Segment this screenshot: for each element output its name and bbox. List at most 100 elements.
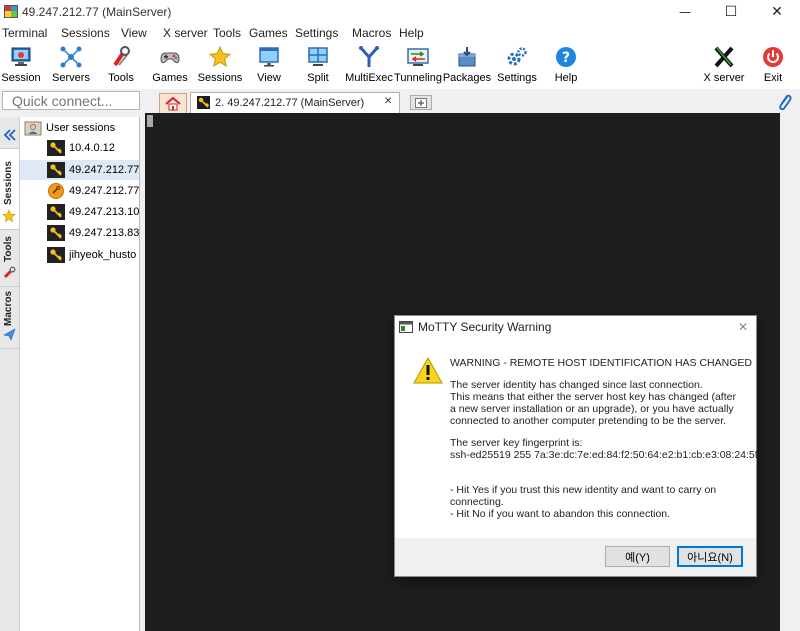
running-session-icon bbox=[48, 183, 64, 199]
fingerprint-value: ssh-ed25519 255 7a:3e:dc:7e:ed:84:f2:50:… bbox=[450, 449, 758, 461]
toolbar-games-label: Games bbox=[152, 72, 188, 84]
side-tab-macros[interactable]: Macros bbox=[0, 288, 19, 349]
user-sessions-root[interactable]: User sessions bbox=[20, 118, 139, 138]
dialog-para-line: The server identity has changed since la… bbox=[450, 379, 703, 391]
help-icon: ? bbox=[556, 47, 576, 67]
wrench-icon bbox=[3, 266, 16, 279]
quick-connect-input[interactable] bbox=[2, 91, 140, 110]
toolbar-settings-button[interactable]: Settings bbox=[496, 42, 538, 89]
star-icon bbox=[2, 209, 16, 223]
dialog-title: MoTTY Security Warning bbox=[418, 320, 552, 334]
tab-session-2[interactable]: 2. 49.247.212.77 (MainServer) ✕ bbox=[190, 92, 400, 113]
minimize-button[interactable]: — bbox=[662, 0, 708, 24]
menu-bar: Terminal Sessions View X server Tools Ga… bbox=[0, 24, 800, 42]
toolbar-servers-label: Servers bbox=[52, 72, 90, 84]
side-tab-tools-label: Tools bbox=[3, 236, 14, 262]
menu-view[interactable]: View bbox=[121, 26, 147, 40]
key-icon bbox=[47, 247, 65, 263]
key-icon bbox=[47, 162, 65, 178]
warning-icon bbox=[413, 357, 443, 384]
tools-icon bbox=[113, 46, 130, 67]
home-tab[interactable] bbox=[159, 93, 187, 113]
toolbar-settings-label: Settings bbox=[497, 72, 537, 84]
attach-button[interactable] bbox=[775, 93, 793, 111]
session-item-label: 49.247.212.77 ( bbox=[69, 185, 139, 197]
tab-bar: 2. 49.247.212.77 (MainServer) ✕ bbox=[145, 90, 800, 113]
menu-x-server[interactable]: X server bbox=[163, 26, 208, 40]
key-icon bbox=[47, 225, 65, 241]
user-folder-icon bbox=[24, 121, 42, 136]
side-tab-tools[interactable]: Tools bbox=[0, 230, 19, 287]
tab-close-icon[interactable]: ✕ bbox=[384, 96, 392, 107]
session-icon bbox=[11, 47, 31, 66]
svg-text:?: ? bbox=[562, 50, 570, 66]
toolbar-split-button[interactable]: Split bbox=[302, 42, 334, 89]
yes-button[interactable]: 예(Y) bbox=[605, 546, 670, 567]
packages-icon bbox=[458, 47, 476, 67]
menu-settings[interactable]: Settings bbox=[295, 26, 338, 40]
side-tab-macros-label: Macros bbox=[3, 290, 14, 326]
toolbar-x-server-label: X server bbox=[703, 72, 745, 84]
servers-icon bbox=[60, 46, 82, 68]
menu-games[interactable]: Games bbox=[249, 26, 288, 40]
split-icon bbox=[308, 47, 328, 66]
settings-icon bbox=[507, 47, 527, 66]
new-tab-button[interactable] bbox=[410, 95, 432, 110]
toolbar-servers-button[interactable]: Servers bbox=[48, 42, 94, 89]
security-warning-dialog: MoTTY Security Warning ✕ WARNING - REMOT… bbox=[394, 315, 758, 577]
side-tab-strip: Sessions Tools Macros bbox=[0, 117, 20, 631]
key-icon bbox=[47, 140, 65, 156]
toolbar-tools-button[interactable]: Tools bbox=[102, 42, 140, 89]
toolbar-packages-button[interactable]: Packages bbox=[443, 42, 491, 89]
menu-tools[interactable]: Tools bbox=[213, 26, 241, 40]
fingerprint-label: The server key fingerprint is: bbox=[450, 437, 583, 449]
session-item[interactable]: 49.247.213.10 bbox=[20, 202, 139, 222]
dialog-hint-line: - Hit No if you want to abandon this con… bbox=[450, 508, 671, 520]
side-tab-sessions[interactable]: Sessions bbox=[0, 148, 19, 230]
session-item-label: 49.247.213.83 bbox=[69, 227, 139, 239]
session-item-label: 49.247.212.77 ( bbox=[69, 164, 139, 176]
close-icon: ✕ bbox=[771, 4, 783, 20]
menu-sessions[interactable]: Sessions bbox=[61, 26, 110, 40]
terminal-scrollbar[interactable] bbox=[780, 113, 800, 631]
session-item-selected[interactable]: 49.247.212.77 ( bbox=[20, 160, 139, 180]
multiexec-icon bbox=[359, 46, 379, 67]
dialog-close-icon[interactable]: ✕ bbox=[738, 320, 748, 334]
toolbar-view-label: View bbox=[257, 72, 281, 84]
session-item-label: 49.247.213.10 bbox=[69, 206, 139, 218]
toolbar-sessions-button[interactable]: Sessions bbox=[197, 42, 243, 89]
terminal-window-icon bbox=[399, 321, 413, 333]
maximize-button[interactable]: ☐ bbox=[708, 0, 754, 24]
menu-help[interactable]: Help bbox=[399, 26, 424, 40]
toolbar-exit-button[interactable]: Exit bbox=[757, 42, 789, 89]
paper-plane-icon bbox=[3, 328, 16, 341]
toolbar-help-button[interactable]: ? Help bbox=[550, 42, 582, 89]
session-item[interactable]: 10.4.0.12 bbox=[20, 138, 139, 158]
toolbar-session-button[interactable]: Session bbox=[0, 42, 42, 89]
session-item[interactable]: jihyeok_husto bbox=[20, 245, 139, 265]
dialog-hint-line: connecting. bbox=[450, 496, 504, 508]
collapse-sidebar-button[interactable] bbox=[1, 126, 18, 144]
menu-macros[interactable]: Macros bbox=[352, 26, 391, 40]
session-item[interactable]: 49.247.213.83 bbox=[20, 223, 139, 243]
tunneling-icon bbox=[407, 48, 429, 66]
close-window-button[interactable]: ✕ bbox=[754, 0, 800, 24]
no-button[interactable]: 아니요(N) bbox=[677, 546, 743, 567]
toolbar-multiexec-button[interactable]: MultiExec bbox=[345, 42, 393, 89]
toolbar-view-button[interactable]: View bbox=[252, 42, 286, 89]
view-icon bbox=[259, 47, 279, 67]
dialog-hint-line: - Hit Yes if you trust this new identity… bbox=[450, 484, 717, 496]
toolbar-tunneling-button[interactable]: Tunneling bbox=[394, 42, 442, 89]
toolbar-games-button[interactable]: Games bbox=[149, 42, 191, 89]
title-bar: 49.247.212.77 (MainServer) — ☐ ✕ bbox=[0, 0, 800, 24]
terminal-cursor bbox=[147, 115, 153, 127]
dialog-button-bar: 예(Y) 아니요(N) bbox=[395, 538, 756, 576]
minimize-icon: — bbox=[679, 5, 691, 19]
menu-terminal[interactable]: Terminal bbox=[2, 26, 47, 40]
sessions-star-icon bbox=[208, 45, 232, 68]
home-icon bbox=[165, 96, 181, 110]
session-item[interactable]: 49.247.212.77 ( bbox=[20, 181, 139, 201]
toolbar-sessions-label: Sessions bbox=[197, 72, 243, 84]
toolbar-x-server-button[interactable]: X server bbox=[701, 42, 747, 89]
toolbar-exit-label: Exit bbox=[763, 72, 783, 84]
